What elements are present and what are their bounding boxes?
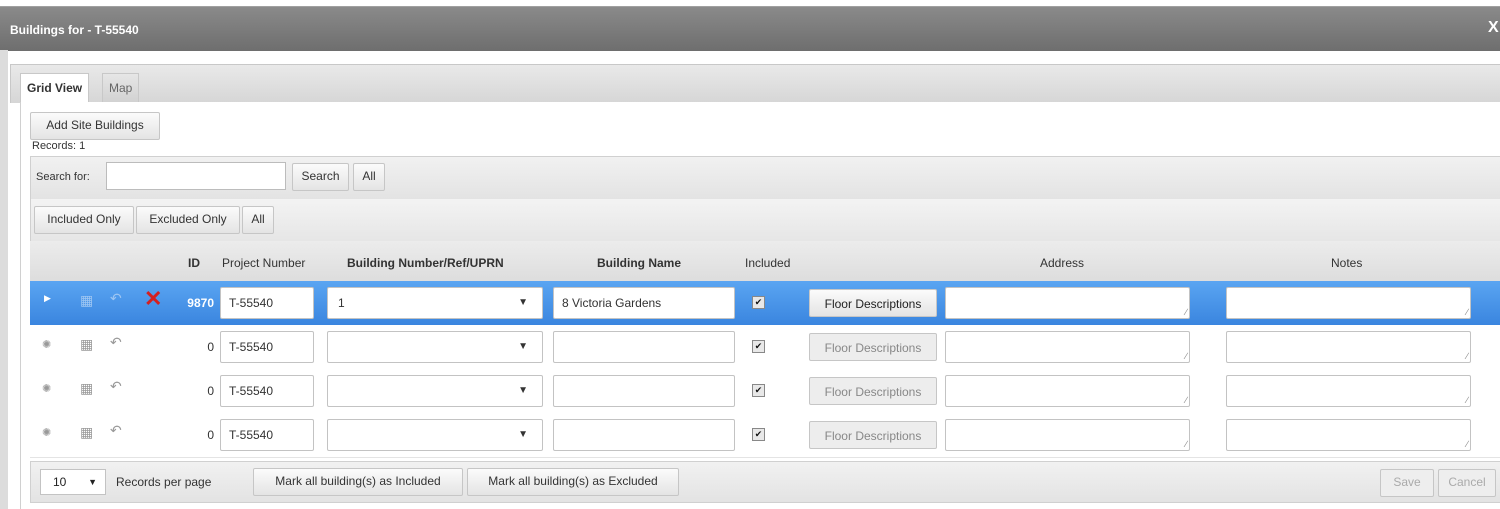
resize-grip-icon[interactable]: ∕ bbox=[1466, 439, 1468, 449]
filter-included-only-button[interactable]: Included Only bbox=[34, 206, 134, 234]
project-number-field[interactable]: T-55540 bbox=[220, 287, 314, 319]
included-checkbox[interactable]: ✔ bbox=[752, 384, 765, 397]
left-edge bbox=[0, 50, 8, 509]
column-header-notes[interactable]: Notes bbox=[1331, 256, 1362, 270]
notes-field[interactable]: ∕ bbox=[1226, 375, 1471, 407]
column-header-address[interactable]: Address bbox=[1040, 256, 1084, 270]
building-number-select[interactable]: 1 ▼ bbox=[327, 287, 543, 319]
resize-grip-icon[interactable]: ∕ bbox=[1466, 395, 1468, 405]
column-header-included[interactable]: Included bbox=[745, 256, 790, 270]
chevron-down-icon: ▼ bbox=[88, 477, 97, 487]
address-field[interactable]: ∕ bbox=[945, 331, 1190, 363]
chevron-down-icon: ▼ bbox=[518, 385, 528, 396]
column-header-project-number[interactable]: Project Number bbox=[222, 256, 305, 270]
mark-all-excluded-button[interactable]: Mark all building(s) as Excluded bbox=[467, 468, 679, 496]
page-size-value: 10 bbox=[53, 475, 67, 489]
row-id: 0 bbox=[207, 340, 214, 354]
filter-excluded-only-button[interactable]: Excluded Only bbox=[136, 206, 240, 234]
row-id: 9870 bbox=[187, 296, 214, 310]
window-title: Buildings for - T-55540 bbox=[10, 23, 139, 37]
building-number-select[interactable]: ▼ bbox=[327, 419, 543, 451]
save-row-icon[interactable]: ▦ bbox=[80, 292, 93, 309]
save-row-icon[interactable]: ▦ bbox=[80, 336, 93, 353]
new-row-icon: ✺ bbox=[42, 339, 52, 351]
building-number-select[interactable]: ▼ bbox=[327, 375, 543, 407]
column-header-building-number[interactable]: Building Number/Ref/UPRN bbox=[347, 256, 504, 270]
add-site-buildings-button[interactable]: Add Site Buildings bbox=[30, 112, 160, 140]
save-row-icon[interactable]: ▦ bbox=[80, 424, 93, 441]
tab-strip bbox=[10, 64, 1500, 103]
tab-grid-view[interactable]: Grid View bbox=[20, 73, 90, 104]
undo-icon[interactable]: ↶ bbox=[110, 378, 122, 395]
resize-grip-icon[interactable]: ∕ bbox=[1466, 307, 1468, 317]
notes-field[interactable]: ∕ bbox=[1226, 419, 1471, 451]
building-name-field[interactable] bbox=[553, 419, 735, 451]
address-field[interactable]: ∕ bbox=[945, 419, 1190, 451]
new-row-icon: ✺ bbox=[42, 383, 52, 395]
row-id: 0 bbox=[207, 384, 214, 398]
records-per-page-label: Records per page bbox=[116, 475, 212, 489]
undo-icon[interactable]: ↶ bbox=[110, 290, 122, 307]
new-row-icon: ✺ bbox=[42, 427, 52, 439]
project-number-field[interactable]: T-55540 bbox=[220, 331, 314, 363]
notes-field[interactable]: ∕ bbox=[1226, 287, 1471, 319]
address-field[interactable]: ∕ bbox=[945, 287, 1190, 319]
window-titlebar: Buildings for - T-55540 X bbox=[0, 6, 1500, 51]
chevron-down-icon: ▼ bbox=[518, 297, 528, 308]
project-number-field[interactable]: T-55540 bbox=[220, 419, 314, 451]
undo-icon[interactable]: ↶ bbox=[110, 334, 122, 351]
grid-footer bbox=[30, 461, 1500, 503]
building-number-select[interactable]: ▼ bbox=[327, 331, 543, 363]
delete-icon[interactable]: ✕ bbox=[144, 286, 162, 312]
floor-descriptions-button[interactable]: Floor Descriptions bbox=[809, 377, 937, 405]
column-header-building-name[interactable]: Building Name bbox=[597, 256, 681, 270]
row-id: 0 bbox=[207, 428, 214, 442]
expand-row-icon[interactable]: ▶ bbox=[44, 293, 51, 304]
close-icon[interactable]: X bbox=[1488, 19, 1500, 37]
resize-grip-icon[interactable]: ∕ bbox=[1185, 307, 1187, 317]
mark-all-included-button[interactable]: Mark all building(s) as Included bbox=[253, 468, 463, 496]
included-checkbox[interactable]: ✔ bbox=[752, 428, 765, 441]
tab-map[interactable]: Map bbox=[102, 73, 140, 102]
floor-descriptions-button[interactable]: Floor Descriptions bbox=[809, 421, 937, 449]
search-all-button[interactable]: All bbox=[353, 163, 385, 191]
search-button[interactable]: Search bbox=[292, 163, 349, 191]
filter-all-button[interactable]: All bbox=[242, 206, 274, 234]
included-checkbox[interactable]: ✔ bbox=[752, 340, 765, 353]
save-row-icon[interactable]: ▦ bbox=[80, 380, 93, 397]
resize-grip-icon[interactable]: ∕ bbox=[1185, 395, 1187, 405]
resize-grip-icon[interactable]: ∕ bbox=[1185, 351, 1187, 361]
chevron-down-icon: ▼ bbox=[518, 429, 528, 440]
resize-grip-icon[interactable]: ∕ bbox=[1466, 351, 1468, 361]
floor-descriptions-button[interactable]: Floor Descriptions bbox=[809, 289, 937, 317]
search-input[interactable] bbox=[106, 162, 286, 190]
project-number-field[interactable]: T-55540 bbox=[220, 375, 314, 407]
search-label: Search for: bbox=[36, 171, 90, 183]
cancel-button[interactable]: Cancel bbox=[1438, 469, 1496, 497]
undo-icon[interactable]: ↶ bbox=[110, 422, 122, 439]
column-header-id[interactable]: ID bbox=[188, 256, 200, 270]
building-name-field[interactable] bbox=[553, 375, 735, 407]
address-field[interactable]: ∕ bbox=[945, 375, 1190, 407]
chevron-down-icon: ▼ bbox=[518, 341, 528, 352]
notes-field[interactable]: ∕ bbox=[1226, 331, 1471, 363]
building-number-value: 1 bbox=[338, 296, 345, 310]
page-size-select[interactable]: 10 ▼ bbox=[40, 469, 106, 495]
resize-grip-icon[interactable]: ∕ bbox=[1185, 439, 1187, 449]
included-checkbox[interactable]: ✔ bbox=[752, 296, 765, 309]
records-count: Records: 1 bbox=[32, 140, 86, 152]
save-button[interactable]: Save bbox=[1380, 469, 1434, 497]
floor-descriptions-button[interactable]: Floor Descriptions bbox=[809, 333, 937, 361]
building-name-field[interactable] bbox=[553, 331, 735, 363]
building-name-field[interactable]: 8 Victoria Gardens bbox=[553, 287, 735, 319]
